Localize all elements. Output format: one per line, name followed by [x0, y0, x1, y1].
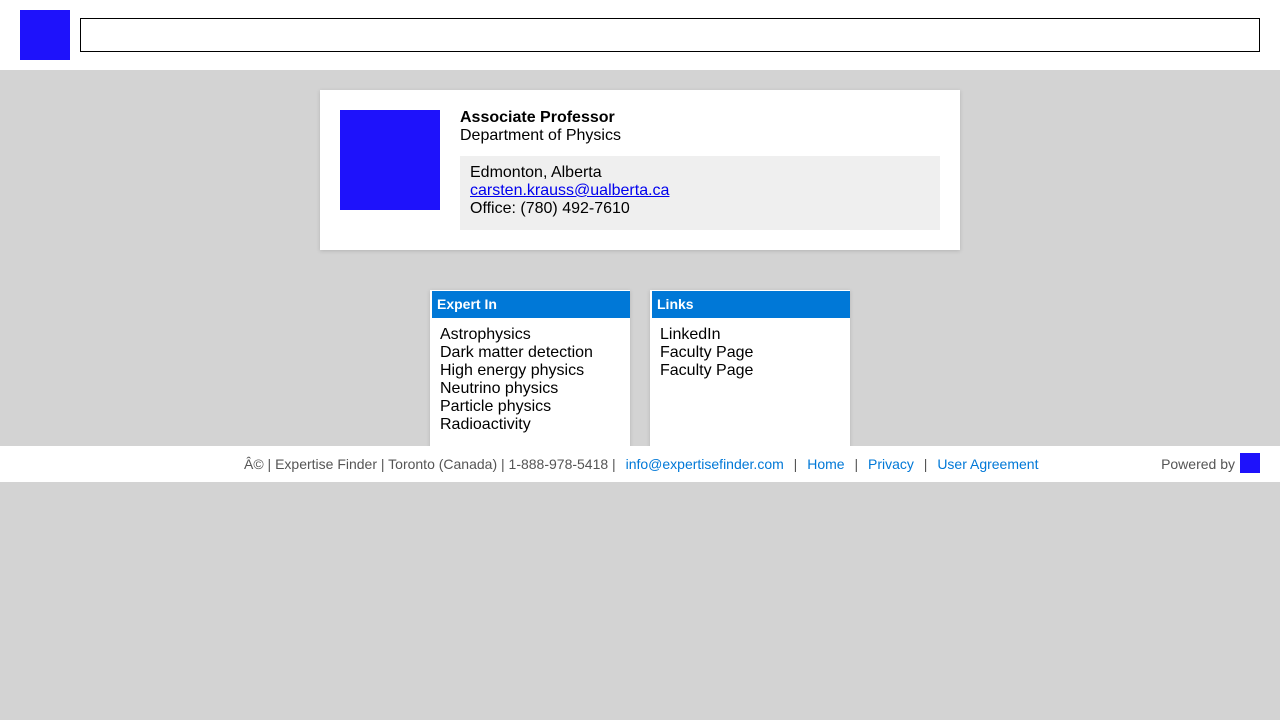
profile-info: Associate Professor Department of Physic…	[460, 109, 940, 230]
footer-info: Â© | Expertise Finder | Toronto (Canada)…	[244, 456, 616, 472]
expertise-item[interactable]: Neutrino physics	[440, 380, 620, 398]
expertise-item[interactable]: Radioactivity	[440, 416, 620, 434]
links-header: Links	[650, 290, 850, 318]
profile-card: Associate Professor Department of Physic…	[320, 90, 960, 250]
links-list: LinkedIn Faculty Page Faculty Page	[650, 318, 850, 380]
link-faculty-page[interactable]: Faculty Page	[660, 344, 840, 362]
footer-privacy-link[interactable]: Privacy	[868, 456, 914, 472]
footer-links: Â© | Expertise Finder | Toronto (Canada)…	[244, 446, 1038, 482]
profile-email-link[interactable]: carsten.krauss@ualberta.ca	[470, 182, 930, 200]
profile-department: Department of Physics	[460, 127, 621, 144]
expertise-item[interactable]: Dark matter detection	[440, 344, 620, 362]
expert-in-header: Expert In	[430, 290, 630, 318]
footer: Â© | Expertise Finder | Toronto (Canada)…	[0, 446, 1280, 482]
contact-box: Edmonton, Alberta carsten.krauss@ualbert…	[460, 156, 940, 230]
profile-phone: Office: (780) 492-7610	[470, 200, 630, 217]
footer-email-link[interactable]: info@expertisefinder.com	[626, 456, 784, 472]
footer-separator: |	[793, 456, 798, 472]
search-input[interactable]	[80, 18, 1260, 52]
footer-separator: |	[923, 456, 928, 472]
footer-user-agreement-link[interactable]: User Agreement	[937, 456, 1038, 472]
expert-in-list: Astrophysics Dark matter detection High …	[430, 318, 630, 434]
expertise-item[interactable]: Particle physics	[440, 398, 620, 416]
links-panel: Links LinkedIn Faculty Page Faculty Page	[650, 290, 850, 450]
profile-location: Edmonton, Alberta	[470, 164, 602, 181]
footer-separator: |	[854, 456, 859, 472]
expertise-item[interactable]: High energy physics	[440, 362, 620, 380]
top-bar	[0, 0, 1280, 70]
link-faculty-page[interactable]: Faculty Page	[660, 362, 840, 380]
footer-home-link[interactable]: Home	[807, 456, 844, 472]
link-linkedin[interactable]: LinkedIn	[660, 326, 840, 344]
expert-in-panel: Expert In Astrophysics Dark matter detec…	[430, 290, 630, 450]
powered-by: Powered by	[1161, 446, 1260, 482]
expertise-item[interactable]: Astrophysics	[440, 326, 620, 344]
profile-title: Associate Professor	[460, 109, 615, 126]
site-logo[interactable]	[20, 10, 70, 60]
powered-by-label: Powered by	[1161, 456, 1235, 472]
profile-photo	[340, 110, 440, 210]
powered-by-logo[interactable]	[1240, 453, 1260, 474]
